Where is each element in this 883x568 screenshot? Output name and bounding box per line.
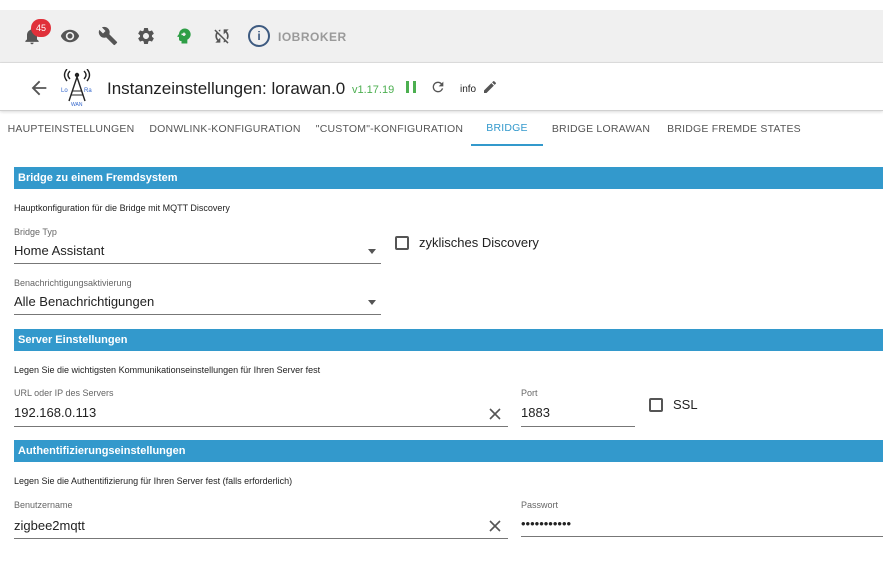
username-clear-svg: [489, 520, 501, 532]
ssl-label: SSL: [673, 397, 698, 412]
notification-badge: 45: [31, 19, 51, 37]
bridge-type-underline: [14, 263, 381, 264]
head-brain-icon-svg: [177, 28, 191, 44]
reload-icon-svg: [432, 81, 444, 93]
cyclic-discovery-checkbox[interactable]: [395, 236, 409, 250]
server-url-underline: [14, 426, 508, 427]
section-description-auth: Legen Sie die Authentifizierung für Ihre…: [14, 476, 293, 486]
server-url-input[interactable]: 192.168.0.113: [14, 405, 474, 425]
password-underline: [521, 536, 883, 537]
section-description-server: Legen Sie die wichtigsten Kommunikations…: [14, 365, 321, 375]
sync-off-icon-svg: [214, 29, 229, 44]
username-underline: [14, 538, 508, 539]
section-description-bridge: Hauptkonfiguration für die Bridge mit MQ…: [14, 203, 230, 213]
back-arrow-svg: [31, 80, 47, 96]
ssl-checkbox[interactable]: [649, 398, 663, 412]
wrench-icon-svg: [98, 26, 118, 46]
svg-text:WAN: WAN: [71, 102, 83, 107]
tab-bridge-fremde-states[interactable]: BRIDGE FREMDE STATES: [659, 112, 809, 146]
version-label: v1.17.19: [352, 84, 395, 96]
reload-icon[interactable]: [430, 79, 446, 95]
pencil-icon[interactable]: [482, 79, 498, 95]
bridge-type-label: Bridge Typ: [14, 227, 57, 237]
username-input[interactable]: zigbee2mqtt: [14, 518, 474, 538]
username-clear-icon[interactable]: [488, 519, 502, 533]
top-strip: [0, 0, 883, 10]
pause-icon-svg: [406, 81, 416, 93]
port-underline: [521, 426, 635, 427]
section-header-bridge: Bridge zu einem Fremdsystem: [14, 167, 883, 189]
lorawan-logo-svg: Lo Ra WAN: [61, 68, 92, 108]
password-input[interactable]: •••••••••••: [521, 516, 871, 536]
iobroker-logo: i: [248, 25, 270, 47]
pencil-icon-svg: [484, 80, 497, 93]
password-label: Passwort: [521, 500, 559, 510]
port-input[interactable]: 1883: [521, 405, 634, 425]
main-toolbar: 45 i IOBROKER: [0, 10, 883, 63]
page-title: Instanzeinstellungen: lorawan.0: [107, 79, 346, 98]
notification-underline: [14, 314, 381, 315]
brand-name: IOBROKER: [278, 30, 347, 44]
tab-custom-konfiguration[interactable]: "CUSTOM"-KONFIGURATION: [308, 112, 471, 146]
tab-bridge[interactable]: BRIDGE: [471, 112, 543, 146]
config-tabs: HAUPTEINSTELLUNGEN DONWLINK-KONFIGURATIO…: [0, 112, 883, 146]
iobroker-logo-letter: i: [257, 29, 261, 43]
notification-label: Benachrichtigungsaktivierung: [14, 278, 132, 288]
lorawan-adapter-logo: Lo Ra WAN: [60, 68, 94, 108]
section-header-server: Server Einstellungen: [14, 329, 883, 351]
sync-off-icon[interactable]: [211, 25, 233, 47]
eye-icon-svg: [60, 29, 80, 43]
port-label: Port: [521, 388, 538, 398]
server-url-clear-svg: [489, 408, 501, 420]
wrench-icon[interactable]: [97, 25, 119, 47]
svg-text:Ra: Ra: [84, 88, 92, 94]
bridge-type-dropdown-icon[interactable]: [368, 249, 376, 254]
bridge-type-select[interactable]: Home Assistant: [14, 243, 380, 263]
gear-icon[interactable]: [135, 25, 157, 47]
eye-icon[interactable]: [59, 25, 81, 47]
svg-text:Lo: Lo: [61, 88, 68, 94]
back-arrow-icon[interactable]: [28, 77, 50, 99]
pause-icon[interactable]: [404, 80, 418, 94]
tab-bridge-lorawan[interactable]: BRIDGE LORAWAN: [543, 112, 659, 146]
notification-select[interactable]: Alle Benachrichtigungen: [14, 294, 380, 314]
notification-dropdown-icon[interactable]: [368, 300, 376, 305]
server-url-clear-icon[interactable]: [488, 407, 502, 421]
instance-title-bar: Lo Ra WAN Instanzeinstellungen: lorawan.…: [0, 63, 883, 111]
tab-downlink-konfiguration[interactable]: DONWLINK-KONFIGURATION: [142, 112, 308, 146]
username-label: Benutzername: [14, 500, 73, 510]
tab-haupteinstellungen[interactable]: HAUPTEINSTELLUNGEN: [0, 112, 142, 146]
gear-icon-svg: [138, 27, 154, 44]
cyclic-discovery-label: zyklisches Discovery: [419, 235, 539, 250]
section-header-auth: Authentifizierungseinstellungen: [14, 440, 883, 462]
head-brain-icon[interactable]: [173, 25, 195, 47]
info-label: info: [460, 84, 477, 95]
server-url-label: URL oder IP des Servers: [14, 388, 114, 398]
